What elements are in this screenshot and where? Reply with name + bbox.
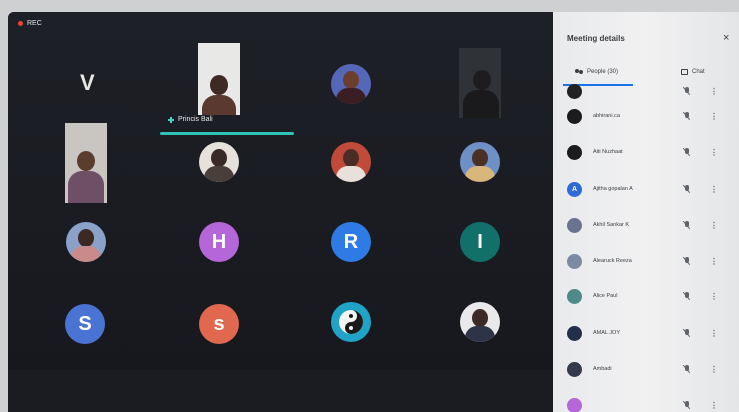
participant-name: Alice Paul bbox=[593, 293, 618, 299]
participant-row[interactable]: A Ajitha gopalan A ⋮ bbox=[553, 176, 739, 202]
tab-people[interactable]: People (30) bbox=[575, 69, 618, 75]
participant-avatar bbox=[567, 397, 582, 412]
mic-off-icon bbox=[684, 401, 690, 409]
more-options-icon[interactable]: ⋮ bbox=[710, 148, 718, 157]
more-options-icon[interactable]: ⋮ bbox=[710, 292, 718, 301]
tab-people-label: People (30) bbox=[587, 69, 619, 75]
video-grid: REC V Princis Bali H R I S s bbox=[8, 12, 553, 412]
participant-name: abhirani.ca bbox=[593, 113, 620, 119]
participant-photo-avatar[interactable] bbox=[460, 302, 500, 342]
speaker-name-tag: Princis Bali bbox=[168, 116, 213, 123]
recording-label: REC bbox=[27, 20, 42, 27]
speaker-name: Princis Bali bbox=[178, 116, 213, 123]
participant-name: AMAL JOY bbox=[593, 330, 620, 336]
participant-row[interactable]: ⋮ bbox=[553, 392, 739, 412]
tab-chat-label: Chat bbox=[692, 69, 705, 75]
participant-name: Aiti Nuzhaat bbox=[593, 149, 623, 155]
more-options-icon[interactable]: ⋮ bbox=[710, 87, 718, 96]
recording-indicator: REC bbox=[18, 20, 42, 27]
meeting-toolbar bbox=[8, 370, 553, 412]
participant-avatar-letter[interactable]: R bbox=[331, 222, 371, 262]
participant-avatar-letter[interactable]: I bbox=[460, 222, 500, 262]
participant-avatar bbox=[567, 288, 582, 304]
participant-photo-avatar[interactable] bbox=[331, 64, 371, 104]
more-options-icon[interactable]: ⋮ bbox=[710, 365, 718, 374]
mic-off-icon bbox=[684, 257, 690, 265]
close-icon[interactable]: × bbox=[723, 32, 729, 44]
active-speaker-indicator bbox=[160, 132, 294, 135]
mic-off-icon bbox=[684, 365, 690, 373]
more-options-icon[interactable]: ⋮ bbox=[710, 329, 718, 338]
participant-video-tile[interactable] bbox=[65, 123, 107, 203]
participant-avatar-letter[interactable]: S bbox=[65, 304, 105, 344]
mic-off-icon bbox=[684, 148, 690, 156]
participant-name: Akhil Sankar K bbox=[593, 222, 630, 228]
participant-photo-avatar[interactable] bbox=[460, 142, 500, 182]
chat-icon bbox=[681, 69, 688, 75]
participant-avatar bbox=[567, 217, 582, 233]
mic-off-icon bbox=[684, 87, 690, 95]
participant-avatar bbox=[567, 144, 582, 160]
mic-off-icon bbox=[684, 221, 690, 229]
more-options-icon[interactable]: ⋮ bbox=[710, 112, 718, 121]
participant-photo-avatar[interactable] bbox=[199, 142, 239, 182]
participant-video-tile[interactable] bbox=[198, 43, 240, 115]
tab-chat[interactable]: Chat bbox=[681, 69, 705, 75]
participant-avatar bbox=[567, 325, 582, 341]
yin-yang-avatar[interactable] bbox=[331, 302, 371, 342]
participant-row[interactable]: Alice Paul ⋮ bbox=[553, 283, 739, 309]
participant-avatar bbox=[567, 108, 582, 124]
mic-off-icon bbox=[684, 185, 690, 193]
participant-row[interactable]: abhirani.ca ⋮ bbox=[553, 103, 739, 129]
participant-row[interactable]: Akhil Sankar K ⋮ bbox=[553, 212, 739, 238]
participant-avatar-letter[interactable]: s bbox=[199, 304, 239, 344]
participant-row[interactable]: Alearuck Reeza ⋮ bbox=[553, 248, 739, 274]
participant-tile-letter[interactable]: V bbox=[80, 70, 95, 96]
mic-off-icon bbox=[684, 292, 690, 300]
participant-avatar-letter[interactable]: H bbox=[199, 222, 239, 262]
pin-icon bbox=[168, 116, 174, 123]
participant-row[interactable]: Ambadi ⋮ bbox=[553, 356, 739, 382]
participant-photo-avatar[interactable] bbox=[331, 142, 371, 182]
mic-off-icon bbox=[684, 112, 690, 120]
participant-row[interactable]: Aiti Nuzhaat ⋮ bbox=[553, 139, 739, 165]
participant-name: Alearuck Reeza bbox=[593, 258, 632, 264]
panel-title: Meeting details bbox=[567, 34, 625, 43]
more-options-icon[interactable]: ⋮ bbox=[710, 221, 718, 230]
more-options-icon[interactable]: ⋮ bbox=[710, 185, 718, 194]
participant-avatar bbox=[567, 361, 582, 377]
people-icon bbox=[575, 69, 583, 75]
participant-avatar: A bbox=[567, 181, 582, 197]
participant-avatar bbox=[567, 83, 582, 99]
record-dot-icon bbox=[18, 21, 23, 26]
more-options-icon[interactable]: ⋮ bbox=[710, 401, 718, 410]
mic-off-icon bbox=[684, 329, 690, 337]
participant-row[interactable]: AMAL JOY ⋮ bbox=[553, 320, 739, 346]
meeting-details-panel: Meeting details × People (30) Chat ⋮ abhi… bbox=[553, 12, 739, 412]
yin-yang-icon bbox=[339, 310, 363, 334]
participant-name: Ambadi bbox=[593, 366, 612, 372]
participant-row[interactable]: ⋮ bbox=[553, 78, 739, 104]
more-options-icon[interactable]: ⋮ bbox=[710, 257, 718, 266]
participant-name: Ajitha gopalan A bbox=[593, 186, 633, 192]
participant-video-tile[interactable] bbox=[459, 48, 501, 118]
participant-avatar bbox=[567, 253, 582, 269]
participant-photo-avatar[interactable] bbox=[66, 222, 106, 262]
